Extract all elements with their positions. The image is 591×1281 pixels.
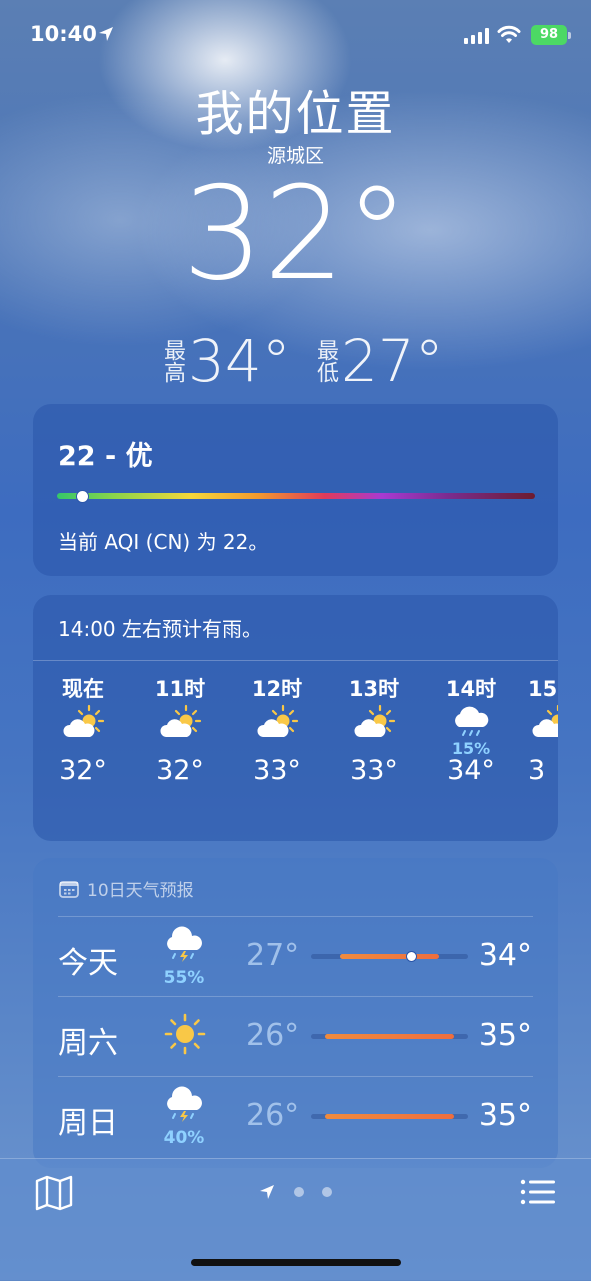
air-quality-card[interactable]: 22 - 优 当前 AQI (CN) 为 22。 — [33, 404, 558, 576]
high-low-temperature: 最高 34° 最低 27° — [0, 332, 591, 392]
cellular-signal-icon — [464, 28, 489, 44]
wifi-icon — [497, 25, 521, 43]
page-indicator[interactable] — [258, 1183, 332, 1201]
hour-temp: 3 — [528, 755, 546, 786]
temperature-range-fill — [325, 1034, 454, 1039]
location-arrow-icon — [99, 27, 113, 41]
day-low-temp: 26° — [246, 1098, 300, 1133]
day-row[interactable]: 今天 55% 27° 34° — [33, 916, 558, 996]
battery-indicator: 98 — [531, 25, 567, 45]
partly-sunny-icon — [528, 703, 558, 751]
day-high-temp: 35° — [478, 1098, 532, 1133]
page-dot[interactable] — [322, 1187, 332, 1197]
high-value: 34° — [188, 327, 291, 395]
partly-sunny-icon — [140, 703, 220, 751]
hour-label: 11时 — [154, 677, 206, 701]
hourly-forecast-card[interactable]: 14:00 左右预计有雨。 现在 32° 11时 32° 12时 33° 13时 33° 14时… — [33, 595, 558, 841]
sun-icon — [163, 1012, 213, 1062]
bottom-toolbar — [0, 1158, 591, 1281]
hour-temp: 34° — [447, 755, 495, 786]
ten-day-title: 10日天气预报 — [87, 881, 194, 901]
battery-tip — [568, 32, 571, 39]
hour-item: 12时 33° — [237, 675, 317, 788]
partly-sunny-icon — [43, 703, 123, 751]
day-name: 周日 — [58, 1106, 118, 1141]
hourly-list[interactable]: 现在 32° 11时 32° 12时 33° 13时 33° 14时 15% 34° 15 3 — [33, 675, 558, 825]
temperature-range-fill — [339, 954, 440, 959]
current-temp-dot — [405, 951, 417, 962]
aqi-title: 22 - 优 — [58, 441, 153, 472]
aqi-scale-bar — [57, 493, 535, 499]
partly-sunny-icon — [237, 703, 317, 751]
hour-item: 11时 32° — [140, 675, 220, 788]
day-name: 今天 — [58, 946, 118, 981]
hour-item: 现在 32° — [43, 675, 123, 788]
current-weather-header: 我的位置 源城区 32° — [0, 82, 591, 300]
temperature-range-fill — [325, 1114, 454, 1119]
low-temp-item: 最低 27° — [311, 332, 444, 390]
low-value: 27° — [341, 327, 444, 395]
map-icon[interactable] — [35, 1175, 73, 1211]
day-precip: 55% — [163, 968, 205, 988]
hour-label: 14时 — [445, 677, 497, 701]
hour-temp: 32° — [59, 755, 107, 786]
day-low-temp: 27° — [246, 938, 300, 973]
status-time: 10:40 — [30, 22, 97, 46]
hour-temp: 33° — [253, 755, 301, 786]
aqi-description: 当前 AQI (CN) 为 22。 — [58, 530, 269, 554]
page-dot[interactable] — [294, 1187, 304, 1197]
divider — [33, 660, 558, 661]
aqi-indicator-dot — [76, 490, 89, 503]
ten-day-header: 10日天气预报 — [59, 876, 194, 901]
list-icon[interactable] — [520, 1179, 556, 1207]
hourly-summary: 14:00 左右预计有雨。 — [58, 617, 262, 641]
divider — [58, 996, 533, 997]
current-temperature: 32° — [182, 160, 409, 309]
day-precip: 40% — [163, 1128, 205, 1148]
high-label: 最高 — [160, 339, 185, 383]
hour-label: 现在 — [62, 677, 104, 701]
high-temp-item: 最高 34° — [158, 332, 291, 390]
hour-label: 12时 — [251, 677, 303, 701]
temperature-range-bar — [311, 951, 468, 962]
location-arrow-icon — [260, 1185, 274, 1199]
day-row[interactable]: 周日 40% 26° 35° — [33, 1076, 558, 1156]
partly-sunny-icon — [334, 703, 414, 751]
hour-temp: 32° — [156, 755, 204, 786]
temperature-range-bar — [311, 1034, 468, 1039]
calendar-icon — [59, 880, 79, 898]
hour-label: 13时 — [348, 677, 400, 701]
hour-temp: 33° — [350, 755, 398, 786]
temperature-range-bar — [311, 1114, 468, 1119]
day-low-temp: 26° — [246, 1018, 300, 1053]
divider — [58, 916, 533, 917]
hour-item: 13时 33° — [334, 675, 414, 788]
day-high-temp: 35° — [478, 1018, 532, 1053]
status-bar: 10:40 98 — [0, 22, 591, 52]
home-indicator — [191, 1259, 401, 1266]
hour-label: 15 — [528, 677, 558, 701]
hour-item: 14时 15% 34° — [431, 675, 511, 788]
hour-item: 15 3 — [528, 675, 558, 788]
day-name: 周六 — [58, 1026, 118, 1061]
day-row[interactable]: 周六 26° 35° — [33, 996, 558, 1076]
low-label: 最低 — [313, 339, 338, 383]
location-title: 我的位置 — [195, 86, 396, 142]
ten-day-forecast-card[interactable]: 10日天气预报 今天 55% 27° 34° 周六 26° 35° 周日 40% 26° 35° — [33, 858, 558, 1168]
divider — [58, 1076, 533, 1077]
day-high-temp: 34° — [478, 938, 532, 973]
